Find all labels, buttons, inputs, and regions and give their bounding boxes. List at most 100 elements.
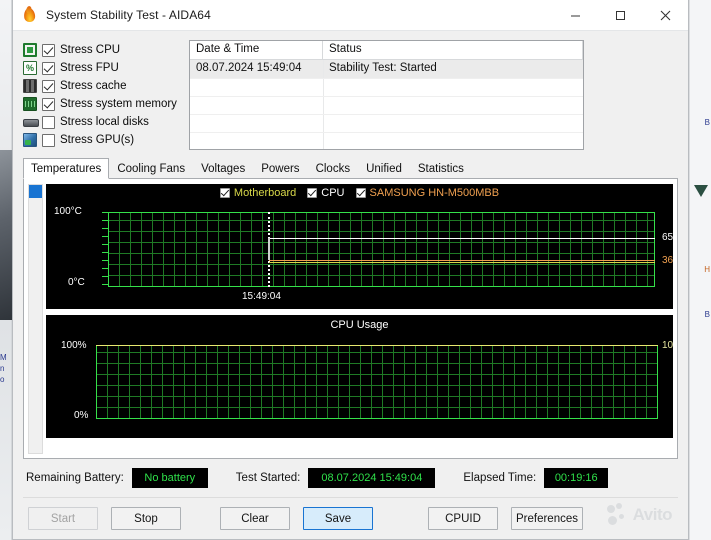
elapsed-time-value: 00:19:16 bbox=[544, 468, 609, 488]
title-bar: System Stability Test - AIDA64 bbox=[13, 0, 688, 31]
panel-vertical-scrollbar[interactable] bbox=[28, 184, 43, 454]
cpu-usage-chart[interactable]: CPU Usage 100% 0% 100% bbox=[46, 315, 673, 438]
minimize-icon[interactable] bbox=[553, 0, 598, 31]
window-client-area: Stress CPU Stress FPU Stress cache Stres… bbox=[13, 31, 688, 539]
tab-voltages[interactable]: Voltages bbox=[193, 158, 253, 178]
table-row-divider bbox=[190, 96, 583, 97]
stress-option-fpu[interactable]: Stress FPU bbox=[23, 60, 175, 76]
fpu-icon bbox=[23, 61, 37, 75]
stress-memory-checkbox[interactable] bbox=[42, 97, 55, 111]
aida64-flame-icon bbox=[22, 7, 38, 23]
table-column-divider bbox=[323, 60, 324, 149]
stress-cache-checkbox[interactable] bbox=[42, 79, 55, 93]
legend-checkbox-cpu[interactable] bbox=[307, 188, 318, 198]
legend-label-cpu: CPU bbox=[321, 187, 345, 199]
button-bar: Start Stop Clear Save CPUID Preferences … bbox=[23, 497, 678, 539]
series-line-cpu-usage bbox=[96, 345, 658, 346]
stress-fpu-label: Stress FPU bbox=[60, 62, 119, 74]
start-button[interactable]: Start bbox=[28, 507, 98, 530]
tab-unified[interactable]: Unified bbox=[358, 158, 410, 178]
cell-datetime: 08.07.2024 15:49:04 bbox=[196, 62, 302, 74]
tab-strip: Temperatures Cooling Fans Voltages Power… bbox=[23, 158, 678, 179]
table-header-row: Date & Time Status bbox=[190, 41, 583, 60]
stress-gpu-checkbox[interactable] bbox=[42, 133, 55, 147]
stress-cpu-label: Stress CPU bbox=[60, 44, 121, 56]
stress-cache-label: Stress cache bbox=[60, 80, 127, 92]
background-text-line: n bbox=[0, 364, 5, 373]
table-row[interactable]: 08.07.2024 15:49:04 Stability Test: Star… bbox=[190, 60, 583, 78]
status-log-table[interactable]: Date & Time Status 08.07.2024 15:49:04 S… bbox=[189, 40, 584, 150]
legend-item-cpu[interactable]: CPU bbox=[307, 187, 345, 199]
cpu-ytick-top: 100% bbox=[61, 340, 87, 351]
background-text-line: M bbox=[0, 353, 7, 362]
clear-button[interactable]: Clear bbox=[220, 507, 290, 530]
cpuid-button[interactable]: CPUID bbox=[428, 507, 498, 530]
test-started-value: 08.07.2024 15:49:04 bbox=[308, 468, 436, 488]
maximize-icon[interactable] bbox=[598, 0, 643, 31]
temperatures-tab-panel: Motherboard CPU SAMSUNG HN-M500MBB 100°C bbox=[23, 179, 678, 459]
window-controls bbox=[553, 0, 688, 31]
stress-local-disks-checkbox[interactable] bbox=[42, 115, 55, 129]
charts-container: Motherboard CPU SAMSUNG HN-M500MBB 100°C bbox=[46, 184, 673, 454]
background-text-line: B bbox=[704, 310, 710, 319]
tab-powers[interactable]: Powers bbox=[253, 158, 307, 178]
background-text-line: B bbox=[704, 118, 710, 127]
background-text-left: M n o bbox=[0, 352, 12, 412]
legend-item-motherboard[interactable]: Motherboard bbox=[219, 187, 296, 199]
stop-button[interactable]: Stop bbox=[111, 507, 181, 530]
tab-clocks[interactable]: Clocks bbox=[308, 158, 359, 178]
cpu-usage-chart-title: CPU Usage bbox=[330, 319, 389, 331]
tab-temperatures[interactable]: Temperatures bbox=[23, 158, 110, 179]
watermark-dots-icon bbox=[606, 503, 630, 527]
column-header-status[interactable]: Status bbox=[323, 41, 583, 60]
stress-option-cpu[interactable]: Stress CPU bbox=[23, 42, 175, 58]
background-window-left: M n o bbox=[0, 0, 12, 540]
temp-value-cpu: 65 bbox=[662, 232, 673, 243]
cell-status: Stability Test: Started bbox=[329, 62, 437, 74]
background-image-thumbnail bbox=[0, 150, 12, 320]
stress-cpu-checkbox[interactable] bbox=[42, 43, 55, 57]
cpu-plot-area bbox=[96, 345, 658, 419]
legend-checkbox-motherboard[interactable] bbox=[219, 188, 230, 198]
status-bar: Remaining Battery: No battery Test Start… bbox=[23, 459, 678, 497]
table-row-divider bbox=[190, 78, 583, 79]
stress-option-local-disks[interactable]: Stress local disks bbox=[23, 114, 175, 130]
memory-icon bbox=[23, 97, 37, 111]
preferences-button[interactable]: Preferences bbox=[511, 507, 583, 530]
cpu-icon bbox=[23, 43, 37, 57]
temperature-chart[interactable]: Motherboard CPU SAMSUNG HN-M500MBB 100°C bbox=[46, 184, 673, 309]
series-line-motherboard bbox=[269, 262, 655, 263]
stress-option-cache[interactable]: Stress cache bbox=[23, 78, 175, 94]
stress-fpu-checkbox[interactable] bbox=[42, 61, 55, 75]
column-header-datetime[interactable]: Date & Time bbox=[190, 41, 323, 60]
table-body: 08.07.2024 15:49:04 Stability Test: Star… bbox=[190, 60, 583, 149]
legend-checkbox-hdd[interactable] bbox=[355, 188, 366, 198]
background-window-right: B H B bbox=[689, 0, 711, 540]
legend-item-hdd[interactable]: SAMSUNG HN-M500MBB bbox=[355, 187, 499, 199]
temp-ytick-bottom: 0°C bbox=[68, 277, 85, 288]
scrollbar-thumb[interactable] bbox=[29, 185, 42, 198]
cpu-ytick-bottom: 0% bbox=[74, 410, 89, 421]
test-started-label: Test Started: bbox=[235, 472, 301, 484]
save-button[interactable]: Save bbox=[303, 507, 373, 530]
cpu-plot-border bbox=[96, 345, 658, 419]
stress-option-gpu[interactable]: Stress GPU(s) bbox=[23, 132, 175, 148]
stress-option-memory[interactable]: Stress system memory bbox=[23, 96, 177, 112]
series-line-hdd bbox=[269, 260, 655, 261]
close-icon[interactable] bbox=[643, 0, 688, 31]
temp-plot-border bbox=[108, 212, 655, 287]
temp-ytick-top: 100°C bbox=[54, 206, 82, 217]
disk-icon bbox=[23, 115, 39, 129]
stress-gpu-label: Stress GPU(s) bbox=[60, 134, 135, 146]
temp-value-hdd: 36 bbox=[662, 255, 673, 266]
tab-cooling-fans[interactable]: Cooling Fans bbox=[109, 158, 193, 178]
gpu-icon bbox=[23, 133, 37, 147]
series-line-cpu-ramp bbox=[268, 238, 270, 260]
watermark-text: Avito bbox=[632, 505, 673, 524]
remaining-battery-value: No battery bbox=[131, 468, 208, 488]
stress-options-list: Stress CPU Stress FPU Stress cache Stres… bbox=[23, 40, 177, 150]
top-section: Stress CPU Stress FPU Stress cache Stres… bbox=[23, 40, 678, 150]
table-row-divider bbox=[190, 114, 583, 115]
system-stability-test-window: System Stability Test - AIDA64 Stress CP… bbox=[12, 0, 689, 540]
tab-statistics[interactable]: Statistics bbox=[410, 158, 472, 178]
